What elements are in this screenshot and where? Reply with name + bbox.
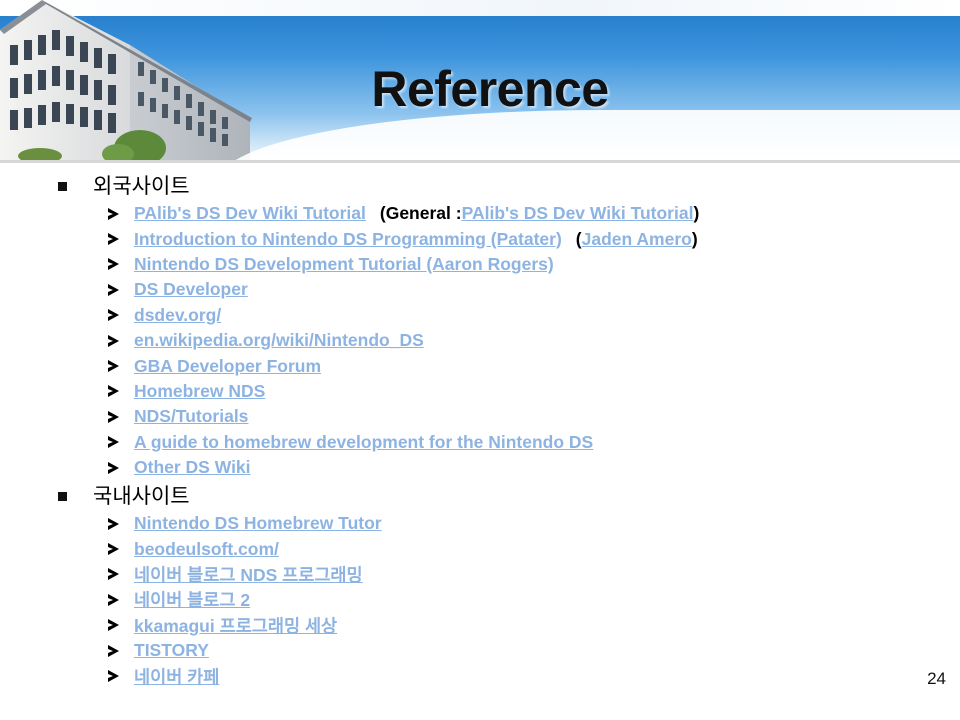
reference-link[interactable]: 네이버 블로그 2 (134, 587, 250, 612)
arrow-bullet-icon (108, 334, 119, 347)
reference-link[interactable]: PAlib's DS Dev Wiki Tutorial (462, 203, 694, 224)
list-item: PAlib's DS Dev Wiki Tutorial (General : P… (108, 201, 699, 226)
list-item: Nintendo DS Homebrew Tutor (108, 511, 382, 536)
arrow-bullet-icon (108, 283, 119, 296)
arrow-bullet-icon (108, 385, 119, 398)
reference-link[interactable]: dsdev.org/ (134, 305, 221, 326)
reference-link[interactable]: GBA Developer Forum (134, 356, 321, 377)
arrow-bullet-icon (108, 593, 119, 606)
list-item: Nintendo DS Development Tutorial (Aaron … (108, 252, 699, 277)
reference-link[interactable]: beodeulsoft.com/ (134, 539, 279, 560)
arrow-bullet-icon (108, 258, 119, 271)
arrow-bullet-icon (108, 233, 119, 246)
reference-note: ) (693, 203, 700, 224)
reference-link[interactable]: Other DS Wiki (134, 457, 251, 478)
section-heading-label: 외국사이트 (93, 175, 190, 198)
section-heading-foreign: 외국사이트 (58, 172, 190, 198)
arrow-bullet-icon (108, 543, 119, 556)
reference-link[interactable]: en.wikipedia.org/wiki/Nintendo_DS (134, 330, 424, 351)
list-item: dsdev.org/ (108, 303, 699, 328)
domestic-sites-list: Nintendo DS Homebrew Tutor beodeulsoft.co… (108, 511, 382, 689)
arrow-bullet-icon (108, 360, 119, 373)
reference-link[interactable]: Nintendo DS Development Tutorial (Aaron … (134, 254, 554, 275)
list-item: DS Developer (108, 277, 699, 302)
square-bullet-icon (58, 491, 67, 501)
arrow-bullet-icon (108, 207, 119, 220)
list-item: 네이버 블로그 NDS 프로그래밍 (108, 562, 382, 587)
list-item: 네이버 블로그 2 (108, 587, 382, 612)
reference-link[interactable]: TISTORY (134, 640, 209, 661)
foreign-sites-list: PAlib's DS Dev Wiki Tutorial (General : P… (108, 201, 699, 480)
arrow-bullet-icon (108, 517, 119, 530)
reference-link[interactable]: 네이버 카페 (134, 664, 219, 689)
arrow-bullet-icon (108, 670, 119, 683)
arrow-bullet-icon (108, 644, 119, 657)
building-photo (0, 0, 252, 162)
arrow-bullet-icon (108, 309, 119, 322)
arrow-bullet-icon (108, 568, 119, 581)
list-item: GBA Developer Forum (108, 353, 699, 378)
reference-note: ) (691, 228, 698, 249)
list-item: beodeulsoft.com/ (108, 536, 382, 561)
list-item: Other DS Wiki (108, 455, 699, 480)
list-item: A guide to homebrew development for the … (108, 430, 699, 455)
page-number: 24 (927, 669, 946, 688)
list-item: en.wikipedia.org/wiki/Nintendo_DS (108, 328, 699, 353)
header-divider (0, 160, 960, 163)
reference-link[interactable]: NDS/Tutorials (134, 406, 248, 427)
reference-link[interactable]: kkamagui 프로그래밍 세상 (134, 613, 337, 638)
list-item: NDS/Tutorials (108, 404, 699, 429)
slide-title: Reference (371, 61, 609, 117)
list-item: Homebrew NDS (108, 379, 699, 404)
reference-link[interactable]: PAlib's DS Dev Wiki Tutorial (134, 203, 366, 224)
reference-link[interactable]: Homebrew NDS (134, 381, 265, 402)
reference-link[interactable]: Introduction to Nintendo DS Programming … (134, 229, 562, 250)
reference-link[interactable]: Jaden Amero (582, 229, 692, 250)
reference-link[interactable]: 네이버 블로그 NDS 프로그래밍 (134, 562, 363, 587)
reference-note: (General : (379, 203, 462, 224)
arrow-bullet-icon (108, 410, 119, 423)
reference-link[interactable]: A guide to homebrew development for the … (134, 432, 593, 453)
arrow-bullet-icon (108, 461, 119, 474)
section-heading-label: 국내사이트 (93, 485, 190, 508)
list-item: Introduction to Nintendo DS Programming … (108, 226, 699, 251)
square-bullet-icon (58, 181, 67, 191)
reference-link[interactable]: Nintendo DS Homebrew Tutor (134, 513, 382, 534)
section-heading-domestic: 국내사이트 (58, 482, 190, 508)
list-item: kkamagui 프로그래밍 세상 (108, 613, 382, 638)
arrow-bullet-icon (108, 619, 119, 632)
arrow-bullet-icon (108, 436, 119, 449)
list-item: TISTORY (108, 638, 382, 663)
list-item: 네이버 카페 (108, 663, 382, 688)
reference-link[interactable]: DS Developer (134, 279, 248, 300)
